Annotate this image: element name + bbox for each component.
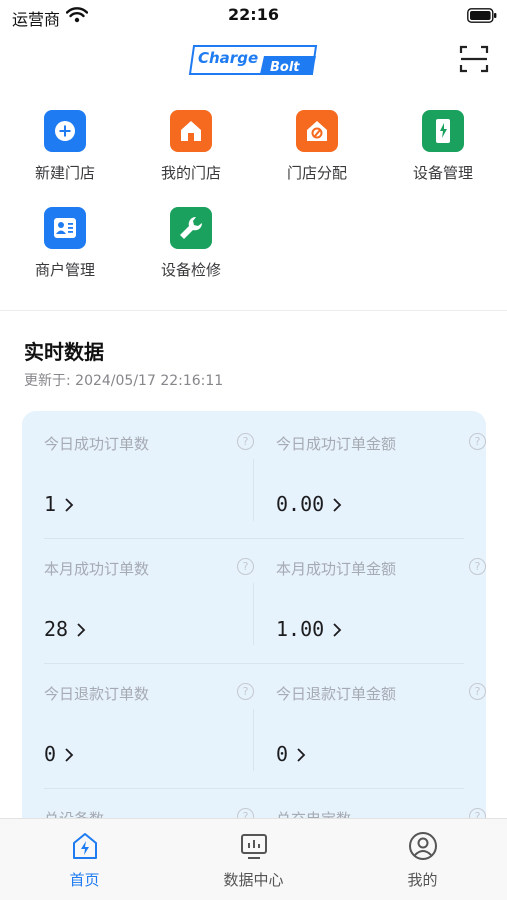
stat-value-link[interactable]: 0	[276, 742, 306, 766]
help-icon[interactable]: ?	[237, 683, 254, 700]
app-header: Charge Bolt	[0, 32, 507, 90]
tab-home[interactable]: 首页	[0, 831, 169, 891]
profile-icon	[408, 832, 437, 860]
action-my-stores[interactable]: 我的门店	[128, 104, 254, 194]
stat-value-link[interactable]: 1.00	[276, 617, 342, 641]
action-label: 设备检修	[160, 261, 221, 279]
stat-value: 1	[44, 492, 57, 516]
stat-value-link[interactable]: 1	[44, 492, 74, 516]
quick-actions-grid: 新建门店 我的门店 门店分配 设备管理 商户管理 设备检修	[0, 104, 507, 290]
chevron-right-icon	[297, 748, 306, 762]
tab-data-center[interactable]: 数据中心	[169, 831, 338, 891]
tab-label: 数据中心	[223, 871, 284, 889]
scan-icon[interactable]	[459, 44, 489, 74]
stat-today-amount: 今日成功订单金额 ? 0.00	[276, 411, 486, 536]
wrench-icon	[170, 207, 212, 249]
action-device-repair[interactable]: 设备检修	[128, 201, 254, 291]
help-icon[interactable]: ?	[469, 683, 486, 700]
stat-label: 本月成功订单金额	[276, 560, 397, 578]
stat-value-link[interactable]: 0	[44, 742, 74, 766]
tab-label: 首页	[69, 871, 100, 889]
help-icon[interactable]: ?	[237, 433, 254, 450]
stat-label: 今日成功订单数	[44, 435, 150, 453]
action-label: 商户管理	[34, 261, 95, 279]
assign-store-icon	[296, 110, 338, 152]
action-merchant-management[interactable]: 商户管理	[2, 201, 128, 291]
svg-text:Bolt: Bolt	[270, 60, 300, 75]
home-icon	[170, 110, 212, 152]
chevron-right-icon	[333, 498, 342, 512]
stat-label: 今日成功订单金额	[276, 435, 397, 453]
tab-profile[interactable]: 我的	[338, 831, 507, 891]
add-store-icon	[44, 110, 86, 152]
stat-value-link[interactable]: 28	[44, 617, 86, 641]
updated-timestamp: 2024/05/17 22:16:11	[75, 373, 224, 389]
stat-today-refund-amount: 今日退款订单金额 ? 0	[276, 661, 486, 786]
help-icon[interactable]: ?	[237, 558, 254, 575]
clock: 22:16	[228, 5, 279, 24]
stat-today-orders: 今日成功订单数 ? 1	[44, 411, 254, 536]
stat-today-refund-orders: 今日退款订单数 ? 0	[44, 661, 254, 786]
help-icon[interactable]: ?	[469, 433, 486, 450]
home-bolt-icon	[72, 833, 97, 859]
action-new-store[interactable]: 新建门店	[2, 104, 128, 194]
action-label: 新建门店	[34, 164, 95, 182]
status-bar: 运营商 22:16	[0, 0, 507, 32]
chevron-right-icon	[77, 623, 86, 637]
stat-value: 28	[44, 617, 69, 641]
svg-text:Charge: Charge	[198, 49, 258, 67]
stat-value: 0.00	[276, 492, 325, 516]
chevron-right-icon	[65, 498, 74, 512]
stat-value: 0	[276, 742, 289, 766]
battery-icon	[467, 8, 497, 23]
realtime-title: 实时数据	[24, 340, 104, 364]
stat-value: 0	[44, 742, 57, 766]
chart-monitor-icon	[240, 834, 267, 859]
action-label: 我的门店	[160, 164, 221, 182]
stats-card: 今日成功订单数 ? 1 今日成功订单金额 ? 0.00 本月成功订单数 ? 28…	[22, 411, 486, 881]
stat-month-amount: 本月成功订单金额 ? 1.00	[276, 536, 486, 661]
stat-month-orders: 本月成功订单数 ? 28	[44, 536, 254, 661]
action-label: 门店分配	[286, 164, 347, 182]
device-icon	[422, 110, 464, 152]
chevron-right-icon	[65, 748, 74, 762]
bottom-tab-bar: 首页 数据中心 我的	[0, 818, 507, 900]
tab-label: 我的	[407, 871, 438, 889]
section-divider	[0, 310, 507, 311]
stat-label: 本月成功订单数	[44, 560, 150, 578]
stat-label: 今日退款订单数	[44, 685, 150, 703]
updated-prefix: 更新于:	[24, 373, 71, 389]
action-assign-store[interactable]: 门店分配	[254, 104, 380, 194]
action-device-management[interactable]: 设备管理	[380, 104, 506, 194]
stat-label: 今日退款订单金额	[276, 685, 397, 703]
help-icon[interactable]: ?	[469, 558, 486, 575]
stat-value: 1.00	[276, 617, 325, 641]
stat-value-link[interactable]: 0.00	[276, 492, 342, 516]
merchant-icon	[44, 207, 86, 249]
chevron-right-icon	[333, 623, 342, 637]
action-label: 设备管理	[412, 164, 473, 182]
home-screen: 运营商 22:16 Charge Bolt 新建门店 我的门店 门店分配 设备管…	[0, 0, 507, 900]
updated-time: 更新于: 2024/05/17 22:16:11	[24, 370, 223, 390]
charge-bolt-logo: Charge Bolt	[188, 45, 318, 75]
